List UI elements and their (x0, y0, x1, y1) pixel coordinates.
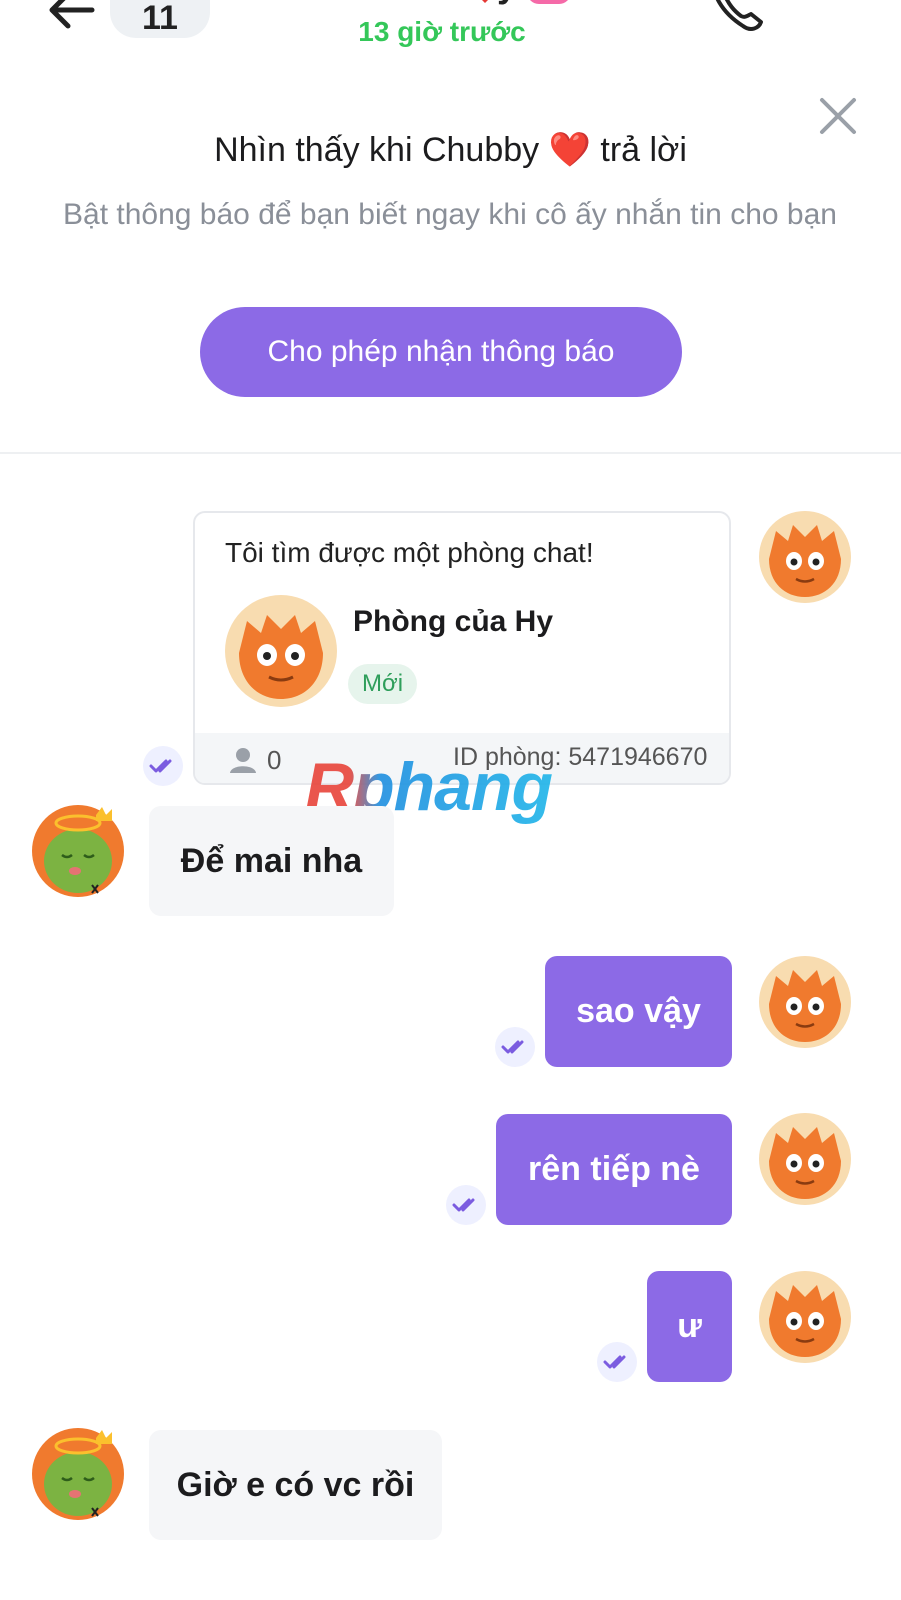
notice-title: Nhìn thấy khi Chubby ❤️ trả lời (214, 131, 687, 169)
my-avatar[interactable] (759, 956, 851, 1048)
member-count: 0 (267, 745, 282, 775)
unread-count-badge[interactable]: 11 (110, 0, 210, 38)
heart-icon (470, 0, 500, 4)
phone-call-icon[interactable] (707, 0, 767, 32)
message-bubble-outgoing[interactable]: rên tiếp nè (496, 1114, 732, 1225)
room-avatar (225, 595, 337, 707)
allow-notifications-button[interactable]: Cho phép nhận thông báo (200, 307, 682, 397)
back-arrow-icon[interactable] (44, 0, 100, 34)
last-seen-status: 13 giờ trước (358, 16, 526, 47)
read-receipt-icon (446, 1185, 486, 1225)
my-avatar[interactable] (759, 1271, 851, 1363)
person-icon (229, 747, 257, 773)
read-receipt-icon (597, 1342, 637, 1382)
contact-avatar[interactable] (32, 1428, 124, 1520)
message-bubble-outgoing[interactable]: sao vậy (545, 956, 732, 1067)
notice-subtitle: Bật thông báo để bạn biết ngay khi cô ấy… (63, 198, 837, 231)
read-receipt-icon (143, 746, 183, 786)
room-card-intro: Tôi tìm được một phòng chat! (225, 537, 594, 568)
my-avatar[interactable] (759, 1113, 851, 1205)
contact-avatar[interactable] (32, 805, 124, 897)
read-receipt-icon (495, 1027, 535, 1067)
my-avatar[interactable] (759, 511, 851, 603)
room-share-card[interactable]: Tôi tìm được một phòng chat! Phòng của H… (193, 511, 731, 785)
new-badge: Mới (348, 664, 418, 704)
message-bubble-outgoing[interactable]: ư (647, 1271, 732, 1382)
room-name: Phòng của Hy (353, 605, 554, 638)
divider (0, 452, 901, 454)
message-bubble-incoming[interactable]: Giờ e có vc rồi (149, 1430, 442, 1540)
more-options-icon[interactable] (800, 0, 856, 20)
message-bubble-incoming[interactable]: Để mai nha (149, 806, 394, 916)
